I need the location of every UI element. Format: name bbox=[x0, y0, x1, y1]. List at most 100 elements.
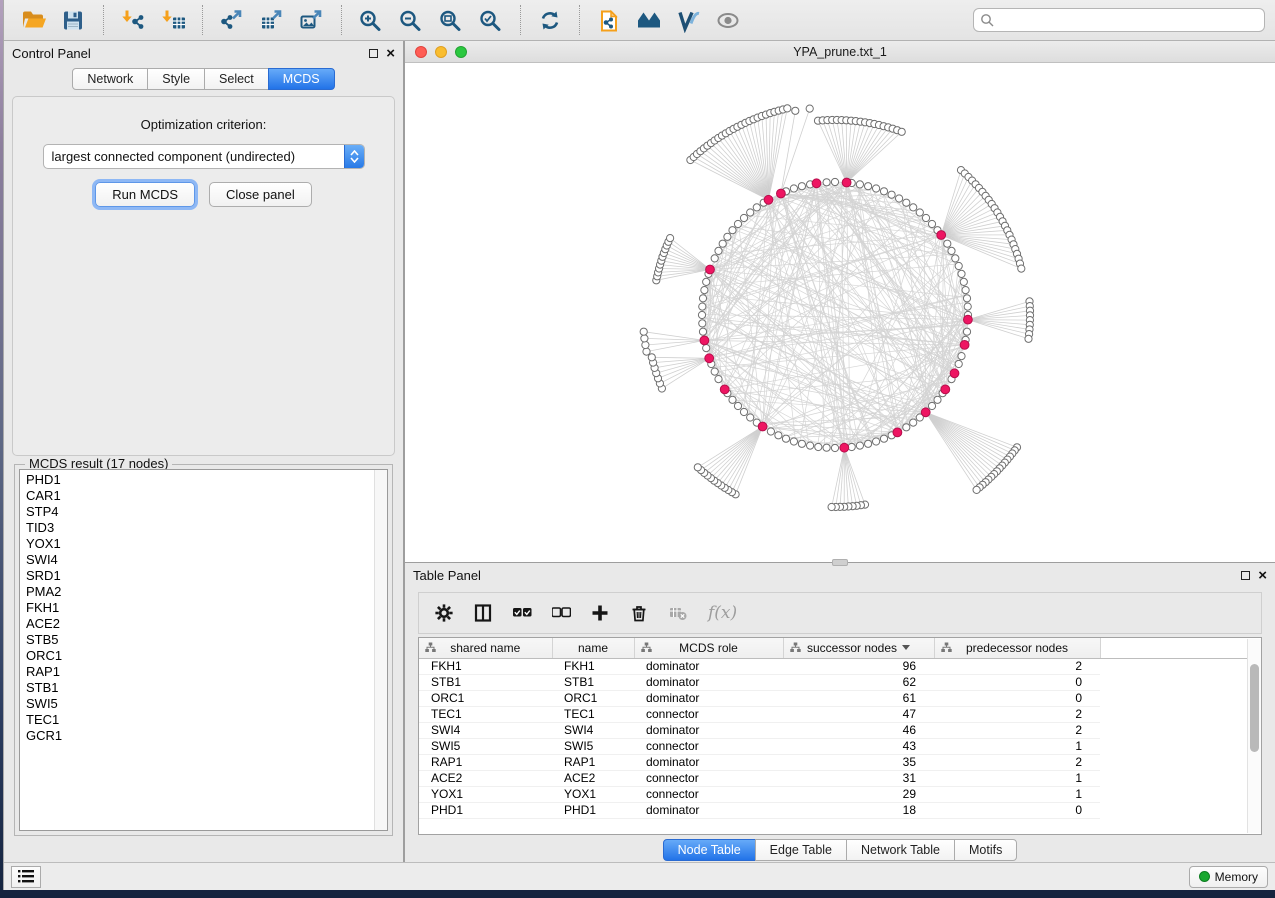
column-header-shared_name[interactable]: shared name bbox=[419, 638, 552, 658]
table-row[interactable]: PHD1PHD1dominator180 bbox=[419, 802, 1247, 818]
column-header-successor_nodes[interactable]: successor nodes bbox=[783, 638, 934, 658]
unselect-all-icon[interactable] bbox=[552, 604, 571, 622]
export-network-icon[interactable] bbox=[217, 5, 247, 35]
column-header-predecessor_nodes[interactable]: predecessor nodes bbox=[934, 638, 1100, 658]
search-input[interactable] bbox=[994, 13, 1258, 27]
optimization-criterion-select[interactable]: largest connected component (undirected) bbox=[43, 144, 365, 169]
network-graph[interactable] bbox=[405, 63, 1272, 562]
select-all-icon[interactable] bbox=[513, 604, 532, 622]
optimization-criterion-label: Optimization criterion: bbox=[13, 117, 394, 132]
table-row[interactable]: STB1STB1dominator620 bbox=[419, 674, 1247, 690]
memory-button[interactable]: Memory bbox=[1189, 866, 1268, 888]
mcds-result-item[interactable]: GCR1 bbox=[26, 728, 387, 744]
mcds-result-item[interactable]: CAR1 bbox=[26, 488, 387, 504]
export-image-icon[interactable] bbox=[297, 5, 327, 35]
mcds-result-list[interactable]: PHD1CAR1STP4TID3YOX1SWI4SRD1PMA2FKH1ACE2… bbox=[19, 469, 388, 831]
zoom-selected-icon[interactable] bbox=[476, 5, 506, 35]
mcds-result-item[interactable]: TEC1 bbox=[26, 712, 387, 728]
table-row[interactable]: FKH1FKH1dominator962 bbox=[419, 658, 1247, 674]
column-header-mcds_role[interactable]: MCDS role bbox=[634, 638, 783, 658]
mcds-result-item[interactable]: STB5 bbox=[26, 632, 387, 648]
mcds-list-scrollbar[interactable] bbox=[374, 470, 387, 830]
table-scrollbar-thumb[interactable] bbox=[1250, 664, 1259, 752]
table-row[interactable]: SWI5SWI5connector431 bbox=[419, 738, 1247, 754]
zoom-out-icon[interactable] bbox=[396, 5, 426, 35]
cell-shared_name: SWI5 bbox=[419, 738, 552, 754]
cell-shared_name: STB1 bbox=[419, 674, 552, 690]
table-row[interactable]: ORC1ORC1dominator610 bbox=[419, 690, 1247, 706]
vizmapper-icon[interactable] bbox=[674, 5, 704, 35]
cell-predecessor_nodes: 0 bbox=[934, 802, 1100, 818]
table-row[interactable]: RAP1RAP1dominator352 bbox=[419, 754, 1247, 770]
mcds-result-item[interactable]: PMA2 bbox=[26, 584, 387, 600]
tab-edge-table[interactable]: Edge Table bbox=[755, 839, 847, 861]
cell-name: FKH1 bbox=[552, 658, 634, 674]
float-panel-icon[interactable] bbox=[369, 49, 378, 58]
zoom-fit-icon[interactable] bbox=[436, 5, 466, 35]
mcds-result-item[interactable]: STB1 bbox=[26, 680, 387, 696]
table-row[interactable]: YOX1YOX1connector291 bbox=[419, 786, 1247, 802]
add-column-icon[interactable] bbox=[591, 604, 610, 622]
table-toolbar: f(x) bbox=[418, 592, 1262, 634]
open-file-icon[interactable] bbox=[19, 5, 49, 35]
import-network-icon[interactable] bbox=[118, 5, 148, 35]
mcds-result-item[interactable]: STP4 bbox=[26, 504, 387, 520]
save-session-icon[interactable] bbox=[59, 5, 89, 35]
tab-style[interactable]: Style bbox=[147, 68, 205, 90]
tab-network-table[interactable]: Network Table bbox=[846, 839, 955, 861]
mcds-result-item[interactable]: FKH1 bbox=[26, 600, 387, 616]
table-row[interactable]: ACE2ACE2connector311 bbox=[419, 770, 1247, 786]
delete-column-icon[interactable] bbox=[630, 604, 649, 622]
table-scrollbar[interactable] bbox=[1247, 639, 1261, 833]
run-mcds-button[interactable]: Run MCDS bbox=[95, 182, 195, 207]
cell-successor_nodes: 62 bbox=[783, 674, 934, 690]
mcds-result-item[interactable]: SWI4 bbox=[26, 552, 387, 568]
export-table-icon[interactable] bbox=[257, 5, 287, 35]
mcds-result-item[interactable]: TID3 bbox=[26, 520, 387, 536]
splitter-handle[interactable] bbox=[832, 559, 848, 566]
table-row[interactable]: SWI4SWI4dominator462 bbox=[419, 722, 1247, 738]
toolbar-separator bbox=[202, 5, 203, 35]
tab-node-table[interactable]: Node Table bbox=[663, 839, 756, 861]
cell-filler bbox=[1100, 722, 1247, 738]
tab-motifs[interactable]: Motifs bbox=[954, 839, 1017, 861]
table-row[interactable]: TEC1TEC1connector472 bbox=[419, 706, 1247, 722]
cell-name: ACE2 bbox=[552, 770, 634, 786]
tab-mcds[interactable]: MCDS bbox=[268, 68, 335, 90]
close-panel-button[interactable]: Close panel bbox=[209, 182, 312, 207]
zoom-in-icon[interactable] bbox=[356, 5, 386, 35]
cell-shared_name: RAP1 bbox=[419, 754, 552, 770]
tab-network[interactable]: Network bbox=[72, 68, 148, 90]
cell-mcds_role: dominator bbox=[634, 690, 783, 706]
close-table-panel-icon[interactable]: × bbox=[1258, 571, 1267, 581]
import-table-icon[interactable] bbox=[158, 5, 188, 35]
close-panel-icon[interactable]: × bbox=[386, 49, 395, 59]
network-canvas[interactable] bbox=[405, 63, 1275, 562]
cell-shared_name: YOX1 bbox=[419, 786, 552, 802]
task-history-button[interactable] bbox=[11, 866, 41, 888]
cell-successor_nodes: 47 bbox=[783, 706, 934, 722]
function-builder-icon: f(x) bbox=[708, 603, 737, 623]
cell-predecessor_nodes: 0 bbox=[934, 674, 1100, 690]
float-table-panel-icon[interactable] bbox=[1241, 571, 1250, 580]
cell-predecessor_nodes: 2 bbox=[934, 706, 1100, 722]
toolbar-separator bbox=[579, 5, 580, 35]
mcds-result-item[interactable]: YOX1 bbox=[26, 536, 387, 552]
mcds-result-item[interactable]: SRD1 bbox=[26, 568, 387, 584]
mcds-tab-content: Optimization criterion: largest connecte… bbox=[12, 96, 395, 456]
split-panel-icon[interactable] bbox=[474, 604, 493, 622]
tab-select[interactable]: Select bbox=[204, 68, 269, 90]
search-box[interactable] bbox=[973, 8, 1265, 32]
column-header-name[interactable]: name bbox=[552, 638, 634, 658]
show-hide-icon[interactable] bbox=[714, 5, 744, 35]
toolbar-separator bbox=[341, 5, 342, 35]
mcds-result-item[interactable]: SWI5 bbox=[26, 696, 387, 712]
mcds-result-item[interactable]: ORC1 bbox=[26, 648, 387, 664]
mcds-result-item[interactable]: PHD1 bbox=[26, 472, 387, 488]
network-from-selection-icon[interactable] bbox=[594, 5, 624, 35]
refresh-icon[interactable] bbox=[535, 5, 565, 35]
first-neighbors-icon[interactable] bbox=[634, 5, 664, 35]
gear-icon[interactable] bbox=[435, 604, 454, 622]
mcds-result-item[interactable]: RAP1 bbox=[26, 664, 387, 680]
mcds-result-item[interactable]: ACE2 bbox=[26, 616, 387, 632]
